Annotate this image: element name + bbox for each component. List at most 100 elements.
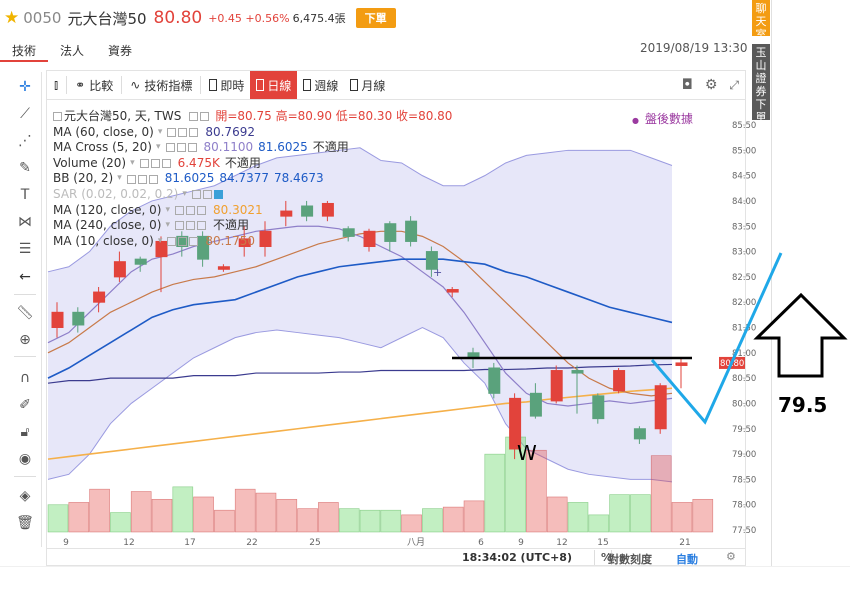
legend-value: 81.6025: [258, 140, 308, 155]
close-icon[interactable]: [213, 190, 223, 200]
settings-icon[interactable]: [137, 174, 147, 184]
volume-bar: [588, 514, 610, 533]
chevron-down-icon[interactable]: ▾: [182, 187, 187, 203]
legend-row: MA (240, close, 0) ▾ 不適用: [53, 218, 452, 234]
y-tick-label: 84.00: [732, 197, 756, 207]
legend-indicator-name: MA (10, close, 0): [53, 233, 154, 248]
chevron-down-icon[interactable]: ▾: [156, 140, 161, 156]
legend-indicator-name: MA (120, close, 0): [53, 202, 162, 217]
close-icon[interactable]: [148, 174, 158, 184]
candle-body: [613, 370, 626, 392]
settings-icon[interactable]: [178, 237, 188, 247]
volume-bar: [422, 508, 443, 533]
volume-bar: [214, 509, 235, 533]
legend-indicator-rows: MA (60, close, 0) ▾ 80.7692 MA Cross (5, 20…: [53, 125, 452, 250]
y-tick-label: 80.50: [732, 374, 756, 384]
eye-icon[interactable]: [174, 221, 184, 231]
page-bottom-line: [0, 566, 850, 567]
y-tick-label: 83.00: [732, 248, 756, 258]
log-scale-toggle[interactable]: 對數刻度: [608, 551, 652, 567]
close-icon[interactable]: [161, 159, 171, 169]
x-tick-label: 9: [63, 538, 69, 548]
legend-value: 84.7377: [219, 171, 269, 186]
x-tick-label: 25: [309, 538, 320, 548]
x-tick-label: 15: [597, 538, 608, 548]
eye-icon[interactable]: [165, 143, 175, 153]
chevron-down-icon[interactable]: ▾: [130, 156, 135, 172]
settings-icon[interactable]: [185, 221, 195, 231]
legend-row: MA Cross (5, 20) ▾ 80.1100 81.6025 不適用: [53, 140, 452, 156]
eye-icon[interactable]: [126, 174, 136, 184]
candle-body: [51, 311, 64, 328]
x-tick-label: 9: [518, 538, 524, 548]
legend-value: 80.3021: [212, 202, 263, 217]
legend-row: MA (60, close, 0) ▾ 80.7692: [53, 125, 452, 141]
indicator-legend: 元大台灣50, 天, TWS 開=80.75 高=80.90 低=80.30 收…: [53, 109, 452, 249]
close-icon[interactable]: [189, 127, 199, 137]
volume-bar: [110, 512, 131, 533]
eye-icon[interactable]: [139, 159, 149, 169]
eye-icon[interactable]: [167, 127, 177, 137]
y-tick-label: 78.00: [732, 501, 756, 511]
candle-body: [654, 385, 667, 430]
candle-body: [592, 395, 605, 420]
legend-row: MA (10, close, 0) ▾ 80.1750: [53, 234, 452, 250]
legend-value: 81.6025: [164, 171, 215, 186]
legend-value: 80.7692: [205, 124, 255, 139]
close-icon[interactable]: [187, 143, 197, 153]
volume-bar: [671, 502, 693, 533]
y-tick-label: 78.50: [732, 475, 756, 485]
x-tick-label: 21: [679, 538, 690, 548]
eye-icon[interactable]: [167, 237, 177, 247]
settings-icon[interactable]: [200, 112, 210, 122]
y-tick-label: 85.00: [732, 146, 756, 156]
x-tick-label: 八月: [407, 537, 425, 548]
close-icon[interactable]: [196, 221, 206, 231]
volume-bar: [609, 494, 630, 533]
legend-indicator-name: BB (20, 2): [53, 171, 114, 186]
settings-icon[interactable]: [185, 205, 195, 215]
candle-body: [93, 291, 106, 303]
candle-body: [72, 311, 85, 326]
chevron-down-icon[interactable]: ▾: [158, 234, 163, 250]
volume-bar: [130, 491, 152, 533]
volume-bar: [380, 509, 402, 533]
auto-scale-toggle[interactable]: 自動: [676, 551, 698, 567]
candle-body: [550, 370, 563, 402]
sar-marker: +: [433, 266, 442, 279]
gear-icon[interactable]: ⚙: [726, 550, 736, 563]
legend-row: MA (120, close, 0) ▾ 80.3021: [53, 203, 452, 219]
volume-bar: [567, 502, 589, 533]
eye-icon[interactable]: [191, 190, 201, 200]
chevron-down-icon[interactable]: ▾: [165, 218, 170, 234]
candle-body: [488, 367, 501, 394]
chevron-down-icon[interactable]: ▾: [117, 171, 122, 187]
legend-value: 80.1750: [205, 233, 255, 248]
settings-icon[interactable]: [202, 190, 212, 200]
up-arrow-icon: [753, 292, 848, 378]
settings-icon[interactable]: [176, 143, 186, 153]
legend-value: 80.1100: [203, 140, 254, 155]
close-icon[interactable]: [189, 237, 199, 247]
close-icon[interactable]: [196, 205, 206, 215]
legend-value: 78.4673: [273, 171, 324, 186]
x-tick-label: 12: [123, 538, 134, 548]
volume-bar: [359, 509, 381, 533]
price-axis: 85.50 85.00 84.50 84.00 83.50 83.00 82.50 82.00…: [719, 121, 756, 536]
settings-icon[interactable]: [150, 159, 160, 169]
eye-icon[interactable]: [174, 205, 184, 215]
candle-body: [134, 258, 147, 265]
collapse-icon[interactable]: [53, 112, 62, 122]
volume-bar: [442, 506, 464, 533]
y-tick-label: 83.50: [732, 222, 756, 232]
settings-icon[interactable]: [178, 127, 188, 137]
legend-row: Volume (20) ▾ 6.475K 不適用: [53, 156, 452, 172]
eye-icon[interactable]: [189, 112, 199, 122]
legend-value: 6.475K: [177, 155, 220, 170]
candle-body: [217, 266, 230, 270]
chevron-down-icon[interactable]: ▾: [165, 203, 170, 219]
y-tick-label: 80.00: [732, 399, 756, 409]
price-chart[interactable]: + 85.50 85.00 84.50 84.00 83.50 83.00 82.50 82.…: [0, 0, 850, 595]
dot-icon: ●: [632, 116, 639, 125]
chevron-down-icon[interactable]: ▾: [158, 125, 163, 141]
